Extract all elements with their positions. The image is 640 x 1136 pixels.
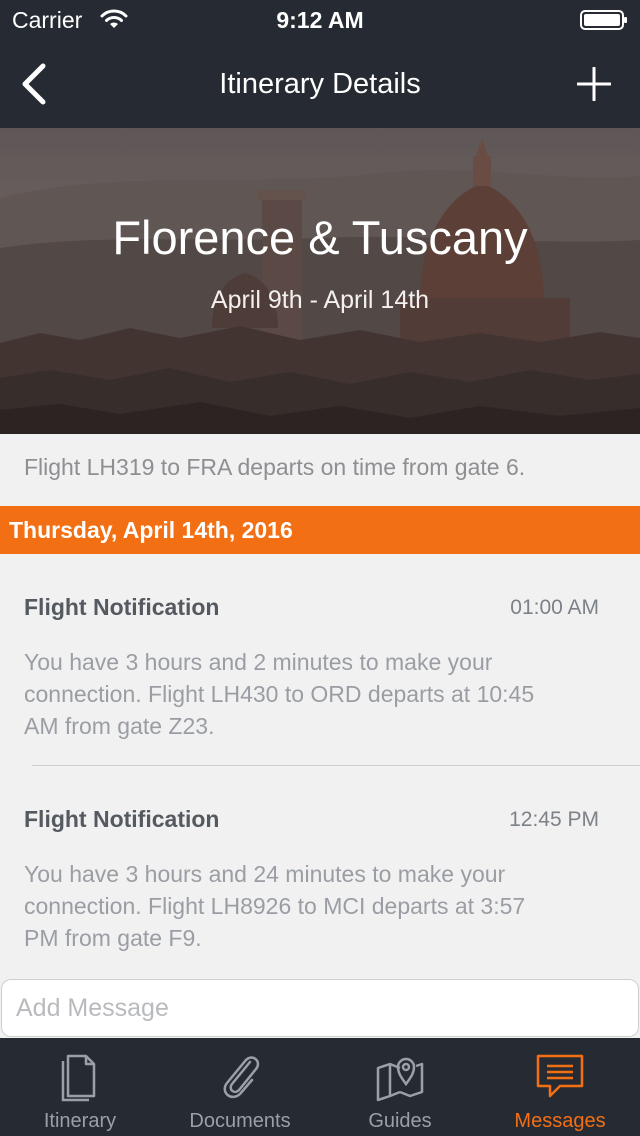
chat-icon	[536, 1054, 584, 1098]
hero-overlay	[0, 128, 640, 434]
trip-title: Florence & Tuscany	[112, 211, 528, 264]
status-bar: Carrier 9:12 AM	[0, 0, 640, 40]
document-icon	[61, 1054, 96, 1102]
message-time: 12:45 PM	[509, 808, 599, 831]
message-item[interactable]: Flight Notification 01:00 AM You have 3 …	[0, 554, 640, 766]
message-time: 01:00 AM	[510, 596, 599, 619]
message-body-line: connection. Flight LH430 to ORD departs …	[24, 681, 535, 707]
tab-itinerary[interactable]: Itinerary	[0, 1038, 160, 1136]
map-pin-icon	[376, 1057, 424, 1102]
trip-hero-banner: Florence & Tuscany April 9th - April 14t…	[0, 128, 640, 434]
message-composer	[0, 978, 640, 1040]
chevron-left-icon	[22, 63, 46, 105]
message-item[interactable]: Flight Notification 12:45 PM You have 3 …	[0, 766, 640, 978]
paperclip-icon	[223, 1056, 260, 1099]
add-button[interactable]	[568, 58, 620, 110]
trip-dates: April 9th - April 14th	[210, 286, 430, 314]
back-button[interactable]	[8, 56, 60, 112]
message-body-line: You have 3 hours and 24 minutes to make …	[24, 861, 506, 887]
tab-messages[interactable]: Messages	[480, 1038, 640, 1136]
page-title: Itinerary Details	[219, 68, 421, 100]
day-header: Thursday, April 14th, 2016	[0, 506, 640, 554]
message-list[interactable]: Flight Notification 01:00 AM You have 3 …	[0, 554, 640, 978]
status-time: 9:12 AM	[276, 7, 364, 33]
tab-label: Guides	[368, 1110, 432, 1132]
add-message-input[interactable]	[1, 979, 639, 1037]
message-body: You have 3 hours and 2 minutes to make y…	[24, 646, 604, 742]
message-title: Flight Notification	[24, 594, 220, 620]
message-title: Flight Notification	[24, 806, 220, 832]
tab-label: Documents	[189, 1110, 291, 1132]
flight-status-message: Flight LH319 to FRA departs on time from…	[0, 434, 640, 506]
message-body-line: AM from gate Z23.	[24, 713, 215, 739]
tab-label: Messages	[514, 1110, 606, 1132]
tab-guides[interactable]: Guides	[320, 1038, 480, 1136]
message-body-line: connection. Flight LH8926 to MCI departs…	[24, 893, 526, 919]
message-body-line: PM from gate F9.	[24, 925, 202, 951]
tab-label: Itinerary	[43, 1110, 117, 1132]
tab-documents[interactable]: Documents	[160, 1038, 320, 1136]
plus-icon	[577, 67, 611, 101]
tab-bar: Itinerary Documents Guides Messages	[0, 1038, 640, 1136]
message-body-line: You have 3 hours and 2 minutes to make y…	[24, 649, 493, 675]
navigation-bar: Itinerary Details	[0, 40, 640, 128]
message-body: You have 3 hours and 24 minutes to make …	[24, 858, 604, 954]
battery-icon	[580, 10, 627, 30]
